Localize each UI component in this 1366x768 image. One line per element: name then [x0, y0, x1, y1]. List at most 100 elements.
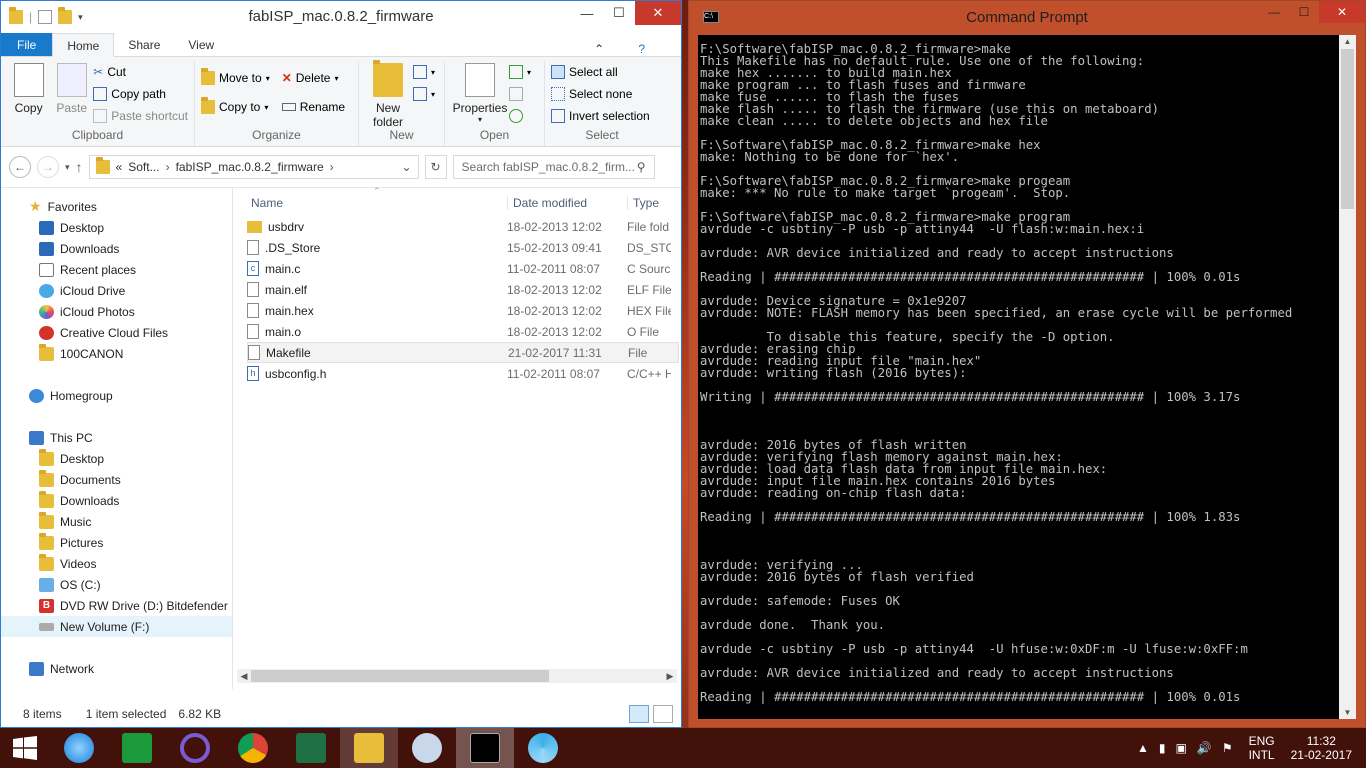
- tab-home[interactable]: Home: [52, 33, 115, 57]
- scroll-left-icon[interactable]: ◀: [237, 671, 251, 682]
- search-input[interactable]: Search fabISP_mac.0.8.2_firm... ⚲: [452, 155, 655, 179]
- tab-view[interactable]: View: [174, 33, 228, 56]
- file-row[interactable]: .DS_Store15-02-2013 09:41DS_STOR: [247, 237, 679, 258]
- breadcrumb-firmware[interactable]: fabISP_mac.0.8.2_firmware: [176, 160, 324, 174]
- start-button[interactable]: [0, 728, 50, 768]
- details-view-button[interactable]: [629, 705, 649, 723]
- scrollbar-thumb[interactable]: [251, 670, 549, 682]
- edit-button[interactable]: [509, 85, 531, 103]
- taskbar-excel[interactable]: [282, 728, 340, 768]
- column-name[interactable]: Name: [233, 196, 507, 210]
- taskbar-chrome[interactable]: [224, 728, 282, 768]
- battery-icon[interactable]: ▣: [1176, 741, 1187, 755]
- history-button[interactable]: [509, 107, 531, 125]
- copy-path-button[interactable]: Copy path: [93, 85, 188, 103]
- horizontal-scrollbar[interactable]: ◀ ▶: [237, 669, 677, 683]
- column-date-modified[interactable]: Date modified: [507, 196, 627, 210]
- nav-favorites[interactable]: ★ Favorites: [1, 196, 232, 217]
- flag-icon[interactable]: ⚑: [1222, 741, 1233, 755]
- nav-item-downloads[interactable]: Downloads: [1, 238, 232, 259]
- up-button[interactable]: ↑: [76, 159, 83, 175]
- file-row-selected[interactable]: Makefile 21-02-2017 11:31 File: [247, 342, 679, 363]
- address-dropdown-icon[interactable]: ⌄: [395, 160, 417, 174]
- column-type[interactable]: Type: [627, 196, 681, 210]
- input-language[interactable]: ENG INTL: [1249, 734, 1275, 762]
- file-row[interactable]: main.hex 18-02-2013 12:02 HEX File: [247, 300, 679, 321]
- taskbar-file-explorer[interactable]: [340, 728, 398, 768]
- taskbar-internet-explorer[interactable]: [50, 728, 108, 768]
- select-all-button[interactable]: Select all: [551, 63, 650, 81]
- new-folder-qat-icon[interactable]: [58, 7, 73, 24]
- properties-qat-icon[interactable]: [38, 10, 53, 24]
- breadcrumb-separator[interactable]: ›: [166, 160, 170, 174]
- nav-network[interactable]: Network: [1, 658, 232, 679]
- taskbar-app[interactable]: [514, 728, 572, 768]
- move-to-button[interactable]: Move to ▾: [201, 68, 270, 87]
- console-output[interactable]: F:\Software\fabISP_mac.0.8.2_firmware>ma…: [698, 35, 1349, 719]
- chevron-down-icon[interactable]: ▾: [78, 12, 83, 23]
- show-hidden-icons-icon[interactable]: ▲: [1137, 741, 1149, 755]
- tab-share[interactable]: Share: [114, 33, 174, 56]
- copy-to-button[interactable]: Copy to ▾: [201, 97, 270, 116]
- delete-button[interactable]: ✕ Delete ▾: [282, 69, 345, 87]
- maximize-button[interactable]: ☐: [1289, 1, 1319, 23]
- select-none-button[interactable]: Select none: [551, 85, 650, 103]
- taskbar-visual-studio[interactable]: [166, 728, 224, 768]
- taskbar-command-prompt[interactable]: [456, 728, 514, 768]
- network-signal-icon[interactable]: ▮: [1159, 741, 1166, 755]
- paste-shortcut-button[interactable]: Paste shortcut: [93, 107, 188, 125]
- maximize-button[interactable]: ☐: [603, 1, 635, 25]
- minimize-button[interactable]: —: [1259, 1, 1289, 23]
- address-bar[interactable]: « Soft... › fabISP_mac.0.8.2_firmware › …: [88, 155, 419, 179]
- file-row[interactable]: main.elf 18-02-2013 12:02 ELF File: [247, 279, 679, 300]
- forward-button[interactable]: →: [37, 156, 59, 178]
- clock[interactable]: 11:32 21-02-2017: [1291, 734, 1352, 762]
- nav-item-pictures[interactable]: Pictures: [1, 532, 232, 553]
- help-icon[interactable]: ?: [624, 37, 659, 61]
- invert-selection-button[interactable]: Invert selection: [551, 107, 650, 125]
- nav-item-videos[interactable]: Videos: [1, 553, 232, 574]
- cut-button[interactable]: ✂ Cut: [93, 63, 188, 81]
- file-row[interactable]: main.o 18-02-2013 12:02 O File: [247, 321, 679, 342]
- back-button[interactable]: ←: [9, 156, 31, 178]
- taskbar-store[interactable]: [108, 728, 166, 768]
- nav-item-os-c[interactable]: OS (C:): [1, 574, 232, 595]
- nav-item-music[interactable]: Music: [1, 511, 232, 532]
- nav-item-100canon[interactable]: 100CANON: [1, 343, 232, 364]
- open-button[interactable]: ▾: [509, 63, 531, 81]
- file-row[interactable]: main.c11-02-2011 08:07C Source: [247, 258, 679, 279]
- large-icons-view-button[interactable]: [653, 705, 673, 723]
- rename-button[interactable]: Rename: [281, 98, 345, 116]
- nav-item-icloud-drive[interactable]: iCloud Drive: [1, 280, 232, 301]
- nav-item-documents[interactable]: Documents: [1, 469, 232, 490]
- vertical-scrollbar[interactable]: ▲ ▼: [1339, 35, 1356, 719]
- file-row[interactable]: usbconfig.h11-02-2011 08:07C/C++ H: [247, 363, 679, 384]
- nav-item-pc-downloads[interactable]: Downloads: [1, 490, 232, 511]
- nav-item-creative-cloud[interactable]: Creative Cloud Files: [1, 322, 232, 343]
- nav-this-pc[interactable]: This PC: [1, 427, 232, 448]
- nav-item-dvd-drive[interactable]: B DVD RW Drive (D:) Bitdefender: [1, 595, 232, 616]
- nav-homegroup[interactable]: Homegroup: [1, 385, 232, 406]
- nav-item-recent-places[interactable]: Recent places: [1, 259, 232, 280]
- refresh-button[interactable]: ↻: [424, 155, 447, 179]
- volume-icon[interactable]: 🔊: [1197, 741, 1212, 755]
- taskbar-paint[interactable]: [398, 728, 456, 768]
- minimize-button[interactable]: —: [571, 1, 603, 25]
- nav-item-pc-desktop[interactable]: Desktop: [1, 448, 232, 469]
- easy-access-button[interactable]: ▾: [413, 85, 435, 103]
- close-button[interactable]: ✕: [635, 1, 681, 25]
- nav-item-icloud-photos[interactable]: iCloud Photos: [1, 301, 232, 322]
- scroll-down-icon[interactable]: ▼: [1339, 708, 1356, 717]
- nav-item-desktop[interactable]: Desktop: [1, 217, 232, 238]
- new-item-button[interactable]: ▾: [413, 63, 435, 81]
- file-row[interactable]: usbdrv 18-02-2013 12:02 File fold: [247, 216, 679, 237]
- scroll-up-icon[interactable]: ▲: [1339, 37, 1356, 46]
- breadcrumb-software[interactable]: Soft...: [128, 160, 159, 174]
- scrollbar-thumb[interactable]: [1341, 49, 1354, 209]
- tab-file[interactable]: File: [1, 33, 53, 56]
- nav-item-new-volume-f[interactable]: New Volume (F:): [1, 616, 232, 637]
- close-button[interactable]: ✕: [1319, 1, 1365, 23]
- breadcrumb-separator[interactable]: ›: [330, 160, 334, 174]
- recent-locations-icon[interactable]: ▾: [65, 162, 70, 173]
- collapse-ribbon-icon[interactable]: ⌃: [580, 37, 618, 61]
